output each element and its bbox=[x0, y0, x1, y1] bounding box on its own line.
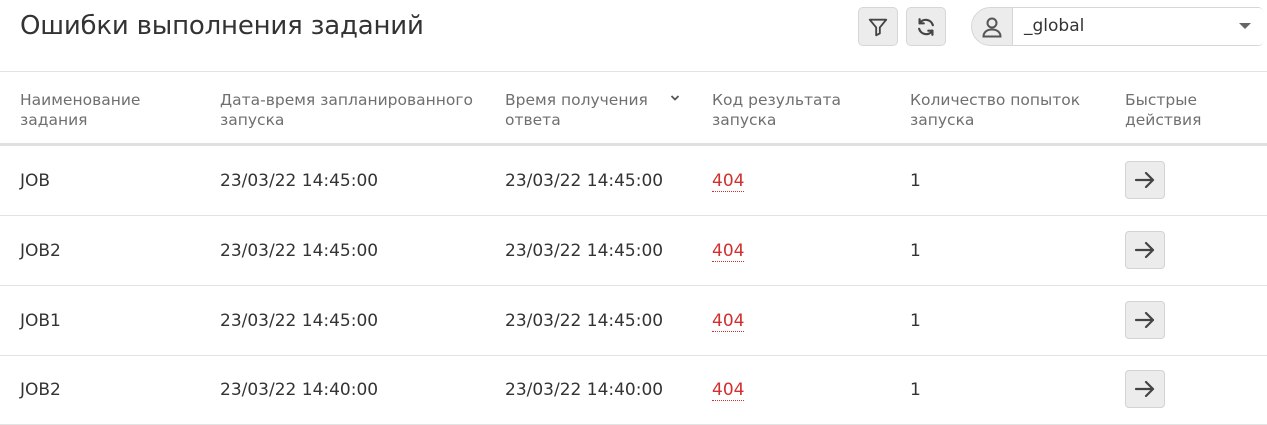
cell-code: 404 bbox=[712, 146, 745, 216]
column-header-scheduled[interactable]: Дата-время запланированного запуска bbox=[220, 90, 473, 130]
refresh-icon bbox=[918, 17, 934, 36]
sort-desc-icon[interactable] bbox=[670, 93, 680, 103]
table-header: Наименование задания Дата-время запланир… bbox=[0, 73, 1267, 146]
cell-attempts: 1 bbox=[910, 171, 921, 191]
arrow-right-icon bbox=[1134, 171, 1155, 189]
cell-attempts: 1 bbox=[910, 311, 921, 331]
open-job-button[interactable] bbox=[1125, 301, 1165, 339]
table-row[interactable]: JOB2 23/03/22 14:45:00 23/03/22 14:45:00… bbox=[0, 216, 1267, 286]
open-job-button[interactable] bbox=[1125, 161, 1165, 199]
open-job-button[interactable] bbox=[1125, 370, 1165, 408]
table-row[interactable]: JOB 23/03/22 14:45:00 23/03/22 14:45:00 … bbox=[0, 146, 1267, 216]
environment-value: _global bbox=[1024, 16, 1085, 36]
column-header-attempts[interactable]: Количество попыток запуска bbox=[910, 90, 1080, 130]
column-header-actions: Быстрые действия bbox=[1125, 91, 1202, 129]
environment-selector[interactable]: _global bbox=[971, 7, 1263, 46]
result-code-link[interactable]: 404 bbox=[712, 241, 745, 262]
filter-button[interactable] bbox=[858, 7, 898, 46]
cell-received: 23/03/22 14:45:00 bbox=[505, 311, 664, 331]
cell-received: 23/03/22 14:40:00 bbox=[505, 380, 664, 400]
cell-received: 23/03/22 14:45:00 bbox=[505, 171, 664, 191]
cell-scheduled: 23/03/22 14:40:00 bbox=[220, 380, 379, 400]
result-code-link[interactable]: 404 bbox=[712, 171, 745, 192]
cell-received: 23/03/22 14:45:00 bbox=[505, 241, 664, 261]
table-row[interactable]: JOB2 23/03/22 14:40:00 23/03/22 14:40:00… bbox=[0, 355, 1267, 425]
table-row[interactable]: JOB1 23/03/22 14:45:00 23/03/22 14:45:00… bbox=[0, 286, 1267, 356]
cell-scheduled: 23/03/22 14:45:00 bbox=[220, 171, 379, 191]
cell-code: 404 bbox=[712, 286, 745, 356]
column-header-name[interactable]: Наименование задания bbox=[20, 90, 140, 130]
arrow-right-icon bbox=[1134, 311, 1155, 329]
filter-icon bbox=[868, 18, 888, 36]
cell-code: 404 bbox=[712, 216, 745, 286]
result-code-link[interactable]: 404 bbox=[712, 311, 745, 332]
cell-scheduled: 23/03/22 14:45:00 bbox=[220, 241, 379, 261]
cell-attempts: 1 bbox=[910, 241, 921, 261]
column-header-received[interactable]: Время получения ответа bbox=[505, 90, 648, 130]
user-icon bbox=[982, 17, 1002, 37]
user-icon-wrap bbox=[972, 8, 1012, 45]
page-header: Ошибки выполнения заданий _global bbox=[0, 0, 1267, 72]
cell-code: 404 bbox=[712, 355, 745, 425]
refresh-button[interactable] bbox=[906, 7, 946, 46]
cell-job-name: JOB2 bbox=[20, 380, 61, 400]
arrow-right-icon bbox=[1134, 241, 1155, 259]
page-title: Ошибки выполнения заданий bbox=[20, 11, 424, 41]
cell-job-name: JOB2 bbox=[20, 241, 61, 261]
column-header-code[interactable]: Код результата запуска bbox=[712, 90, 841, 130]
cell-job-name: JOB1 bbox=[20, 311, 61, 331]
cell-scheduled: 23/03/22 14:45:00 bbox=[220, 311, 379, 331]
open-job-button[interactable] bbox=[1125, 231, 1165, 269]
result-code-link[interactable]: 404 bbox=[712, 380, 745, 401]
cell-attempts: 1 bbox=[910, 380, 921, 400]
chevron-down-icon[interactable] bbox=[1239, 23, 1251, 29]
cell-job-name: JOB bbox=[20, 171, 51, 191]
environment-dropdown[interactable]: _global bbox=[1012, 8, 1263, 45]
arrow-right-icon bbox=[1134, 380, 1155, 398]
